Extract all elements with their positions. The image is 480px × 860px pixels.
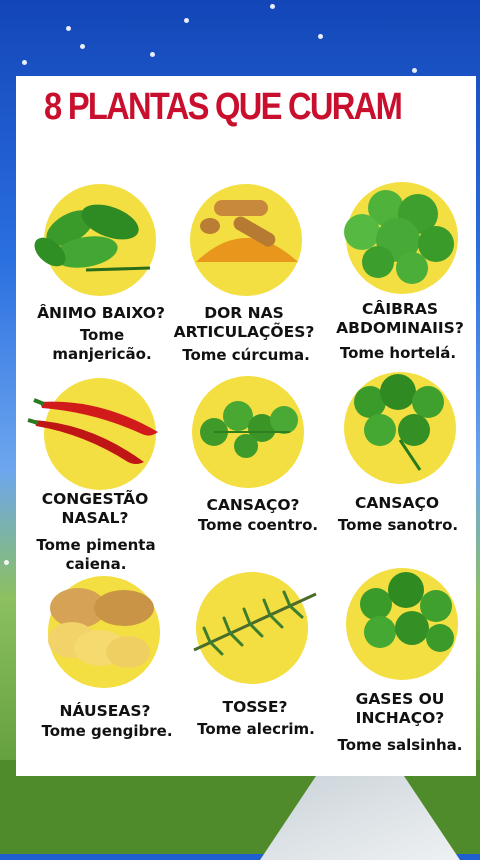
question-text: GASES OU INCHAÇO? [355, 690, 445, 727]
plant-circle [346, 182, 458, 294]
question-text: NÁUSEAS? [59, 702, 151, 720]
snowflake [22, 60, 27, 65]
answer-text: Tome hortelá. [339, 344, 457, 362]
plant-circle [44, 184, 156, 296]
answer-text: Tome manjericão. [52, 326, 152, 363]
plant-circle [190, 184, 302, 296]
question-text: CONGESTÃO NASAL? [41, 490, 149, 527]
answer-text: Tome coentro. [197, 516, 319, 534]
answer-text: Tome pimenta caiena. [36, 536, 156, 573]
question-text: TOSSE? [222, 698, 288, 716]
plant-circle [44, 378, 156, 490]
question-text: CÂIBRAS ABDOMINAIIS? [336, 300, 464, 337]
question-text: CANSAÇO [354, 494, 440, 512]
plant-circle [344, 372, 456, 484]
plant-circle [192, 376, 304, 488]
snowflake [270, 4, 275, 9]
snowflake [66, 26, 71, 31]
snowflake [318, 34, 323, 39]
question-text: CANSAÇO? [206, 496, 300, 514]
question-text: DOR NAS ARTICULAÇÕES? [173, 304, 315, 341]
snowflake [150, 52, 155, 57]
snowflake [412, 68, 417, 73]
plant-circle [48, 576, 160, 688]
answer-text: Tome cúrcuma. [182, 346, 310, 364]
answer-text: Tome salsinha. [337, 736, 463, 754]
answer-text: Tome sanotro. [337, 516, 459, 534]
plant-circle [346, 568, 458, 680]
answer-text: Tome gengibre. [41, 722, 173, 740]
snowflake [4, 560, 9, 565]
question-text: ÂNIMO BAIXO? [37, 304, 165, 322]
snowflake [184, 18, 189, 23]
answer-text: Tome alecrim. [197, 720, 315, 738]
snowflake [80, 44, 85, 49]
plant-circle [196, 572, 308, 684]
page-title: 8 PLANTAS QUE CURAM [44, 86, 403, 128]
